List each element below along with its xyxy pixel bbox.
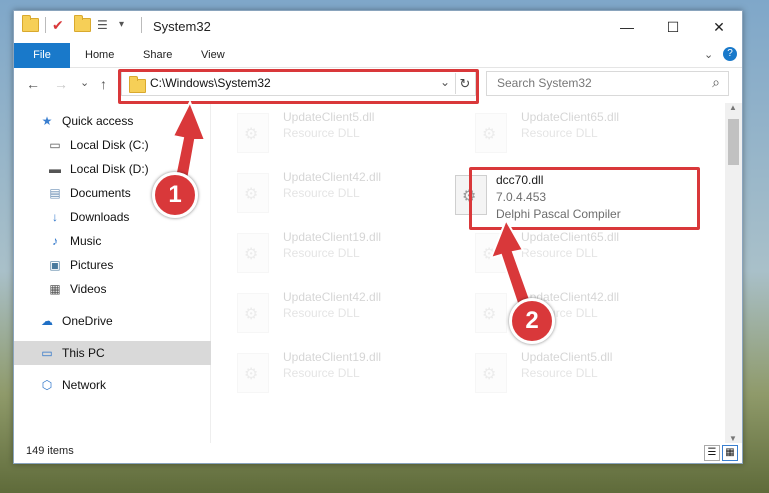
annotation-arrows (171, 99, 534, 311)
arrow-2 (489, 217, 534, 311)
step-2-callout: 2 (509, 298, 555, 344)
step-1-callout: 1 (152, 172, 198, 218)
